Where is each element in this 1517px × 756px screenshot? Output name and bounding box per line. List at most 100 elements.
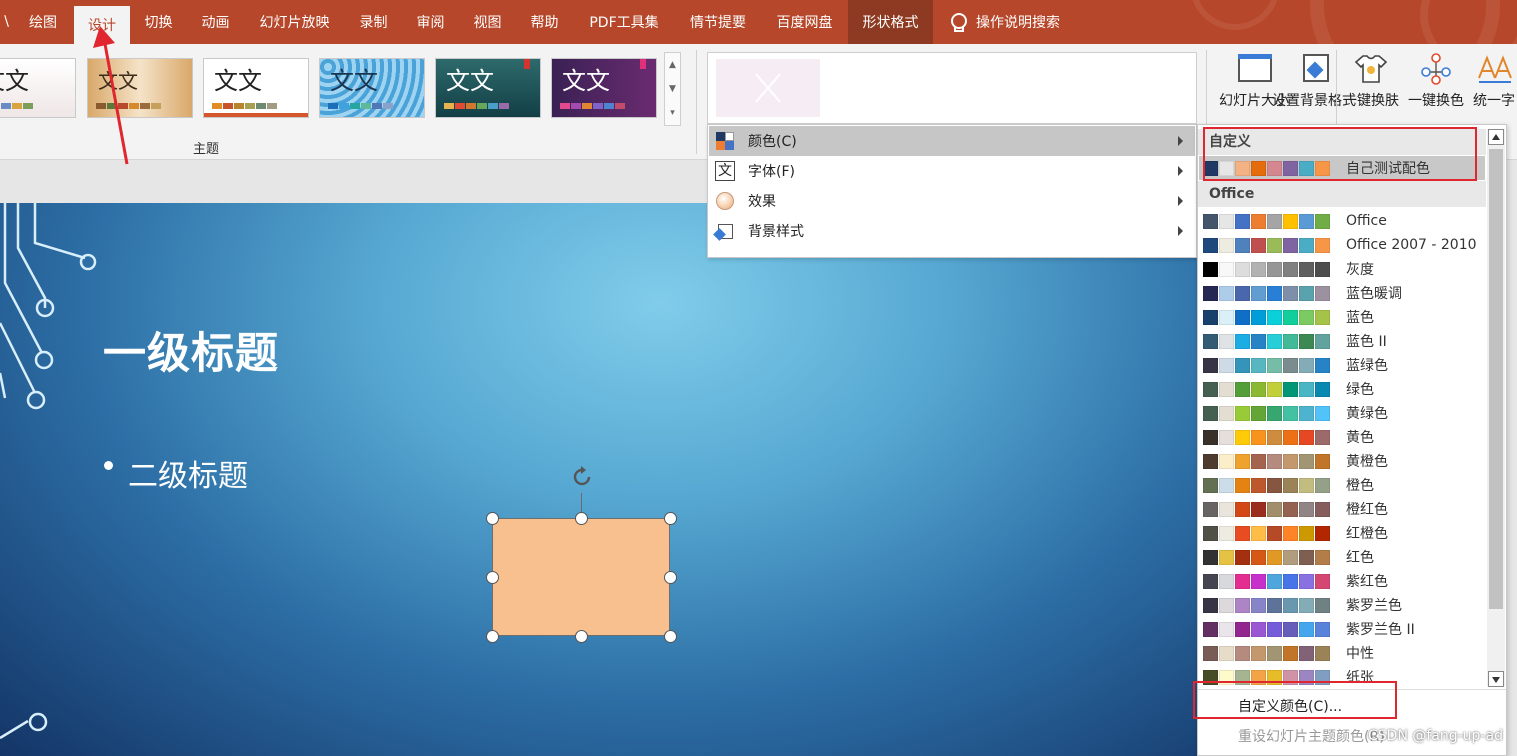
color-scheme-row[interactable]: 蓝色 [1199,305,1485,329]
scroll-up-button[interactable] [1488,129,1504,145]
theme-sample-text: 文文 [562,67,610,95]
color-scheme-row[interactable]: 紫红色 [1199,569,1485,593]
color-swatch [1219,597,1234,613]
theme-thumbnail[interactable]: 文文 [0,58,76,118]
theme-gallery-scroll[interactable]: ▲ ▼ ▾ [664,52,681,126]
color-swatch-strip [1203,405,1331,421]
tab-label: 动画 [201,15,230,31]
slide-subtitle[interactable]: 二级标题 [128,451,248,495]
tab-review[interactable]: 审阅 [402,0,459,44]
resize-handle-se[interactable] [664,630,677,643]
theme-thumbnail[interactable]: 文文 [319,58,425,118]
csdn-watermark: CSDN @fang-up-ad [1368,728,1503,744]
color-scheme-row[interactable]: 紫罗兰色 [1199,593,1485,617]
gallery-more-icon[interactable]: ▾ [665,101,680,125]
color-swatch [1203,429,1218,445]
color-scheme-row[interactable]: 蓝色暖调 [1199,281,1485,305]
menu-item-background-styles[interactable]: 背景样式 [709,216,1195,246]
color-scheme-row[interactable]: 蓝绿色 [1199,353,1485,377]
color-scheme-row[interactable]: 黄绿色 [1199,401,1485,425]
menu-item-effects[interactable]: 效果 [709,186,1195,216]
color-swatch [1219,261,1234,277]
color-scheme-row[interactable]: 红色 [1199,545,1485,569]
color-palette-icon [715,131,735,151]
theme-thumbnail[interactable]: 文文 [551,58,657,118]
color-swatch-strip [1203,573,1331,589]
color-swatch [1203,261,1218,277]
tab-help[interactable]: 帮助 [516,0,573,44]
menu-item-colors[interactable]: 颜色(C) [709,126,1195,156]
color-scheme-row[interactable]: 灰度 [1199,257,1485,281]
theme-thumbnail[interactable]: 文文 [203,58,309,118]
one-click-skin-button[interactable]: 一键换肤 [1343,52,1399,110]
menu-item-fonts[interactable]: 文 字体(F) [709,156,1195,186]
resize-handle-ne[interactable] [664,512,677,525]
color-swatch [1267,309,1282,325]
gallery-up-icon[interactable]: ▲ [665,53,680,77]
color-swatch [1235,429,1250,445]
color-swatch [1315,357,1330,373]
color-scheme-name: 蓝色 [1346,310,1374,326]
color-scheme-row[interactable]: 黄色 [1199,425,1485,449]
theme-swatches [328,103,393,109]
color-swatch [1203,285,1218,301]
color-scheme-row[interactable]: Office [1199,209,1485,233]
resize-handle-nw[interactable] [486,512,499,525]
submenu-arrow-icon [1178,166,1183,176]
resize-handle-n[interactable] [575,512,588,525]
color-swatch [1283,501,1298,517]
theme-thumbnail[interactable]: 文文 [435,58,541,118]
tab-record[interactable]: 录制 [345,0,402,44]
color-scheme-row[interactable]: 橙红色 [1199,497,1485,521]
selected-rectangle-shape[interactable] [492,518,670,636]
tab-pdf-tools[interactable]: PDF工具集 [573,0,675,44]
one-click-color-label: 一键换色 [1408,93,1464,109]
rotate-handle-icon[interactable] [570,465,594,489]
tab-label: PDF工具集 [589,15,659,31]
variant-thumbnail[interactable] [716,59,820,117]
resize-handle-w[interactable] [486,571,499,584]
color-scheme-row[interactable]: 橙色 [1199,473,1485,497]
color-scheme-row[interactable]: 紫罗兰色 II [1199,617,1485,641]
color-swatch [1219,333,1234,349]
color-swatch [1315,525,1330,541]
tab-view[interactable]: 视图 [459,0,516,44]
resize-handle-sw[interactable] [486,630,499,643]
one-click-color-button[interactable]: 一键换色 [1408,52,1464,110]
color-scheme-row[interactable]: Office 2007 - 2010 [1199,233,1485,257]
color-swatch [1251,405,1266,421]
tab-draw[interactable]: 绘图 [12,0,74,44]
color-swatch [1203,357,1218,373]
resize-handle-s[interactable] [575,630,588,643]
resize-handle-e[interactable] [664,571,677,584]
color-swatch [1315,621,1330,637]
tab-baidu-netdisk[interactable]: 百度网盘 [761,0,848,44]
color-scheme-row[interactable]: 红橙色 [1199,521,1485,545]
tab-slideshow[interactable]: 幻灯片放映 [244,0,345,44]
tab-partial-left[interactable]: ∖ [0,0,12,44]
scroll-down-button[interactable] [1488,671,1504,687]
tab-animations[interactable]: 动画 [187,0,244,44]
color-scheme-row[interactable]: 黄橙色 [1199,449,1485,473]
tab-label: 形状格式 [862,15,919,31]
tab-storyboard[interactable]: 情节提要 [675,0,761,44]
color-scheme-row[interactable]: 中性 [1199,641,1485,665]
color-swatch-strip [1203,285,1331,301]
tab-label: 帮助 [530,15,559,31]
slide-title[interactable]: 一级标题 [103,319,279,381]
color-scheme-row[interactable]: 蓝色 II [1199,329,1485,353]
tab-shape-format[interactable]: 形状格式 [848,0,933,44]
color-list-scrollbar[interactable] [1487,129,1505,687]
tell-me-search[interactable]: 操作说明搜索 [950,0,1060,44]
color-swatch [1283,477,1298,493]
color-swatch-strip [1203,429,1331,445]
color-swatch [1219,453,1234,469]
scrollbar-thumb[interactable] [1489,149,1503,609]
gallery-down-icon[interactable]: ▼ [665,77,680,101]
unify-font-button[interactable]: 统一字 [1473,52,1515,110]
color-swatch-strip [1203,309,1331,325]
scroll-down-icon [1492,677,1500,683]
slide-canvas[interactable]: 一级标题 二级标题 [0,203,1200,756]
color-swatch [1315,453,1330,469]
color-scheme-row[interactable]: 绿色 [1199,377,1485,401]
